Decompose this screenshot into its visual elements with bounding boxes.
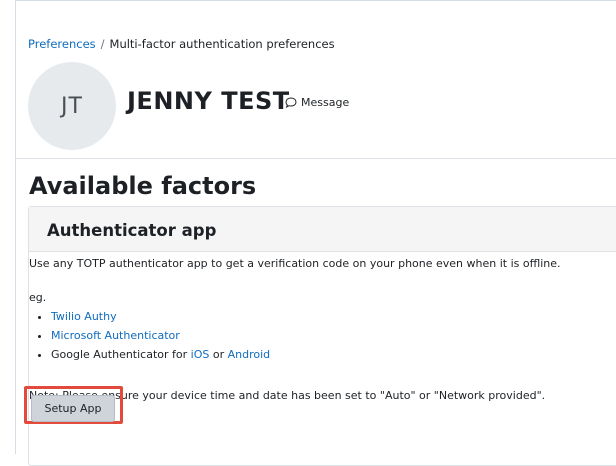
factor-card-header: Authenticator app <box>29 207 616 252</box>
breadcrumb-current: Multi-factor authentication preferences <box>109 37 335 51</box>
message-label: Message <box>301 96 350 109</box>
or-text: or <box>209 348 228 361</box>
microsoft-authenticator-link[interactable]: Microsoft Authenticator <box>51 329 180 342</box>
factor-description: Use any TOTP authenticator app to get a … <box>29 257 561 270</box>
list-item: Microsoft Authenticator <box>51 329 270 348</box>
breadcrumb: Preferences / Multi-factor authentication … <box>28 37 335 51</box>
user-name: JENNY TEST <box>127 87 290 115</box>
header-divider <box>16 158 616 159</box>
avatar: JT <box>28 62 116 150</box>
google-authenticator-text: Google Authenticator for <box>51 348 191 361</box>
app-list: Twilio Authy Microsoft Authenticator Goo… <box>31 310 270 367</box>
list-item: Google Authenticator for iOS or Android <box>51 348 270 367</box>
list-item: Twilio Authy <box>51 310 270 329</box>
section-title: Available factors <box>29 172 257 200</box>
setup-app-button[interactable]: Setup App <box>31 395 115 422</box>
avatar-initials: JT <box>61 93 83 119</box>
breadcrumb-separator: / <box>100 37 105 51</box>
speech-bubble-icon <box>285 97 297 108</box>
twilio-authy-link[interactable]: Twilio Authy <box>51 310 117 323</box>
android-link[interactable]: Android <box>228 348 271 361</box>
message-button[interactable]: Message <box>285 96 349 109</box>
factor-title: Authenticator app <box>47 221 217 240</box>
breadcrumb-preferences-link[interactable]: Preferences <box>28 37 96 51</box>
ios-link[interactable]: iOS <box>191 348 210 361</box>
eg-label: eg. <box>29 291 47 304</box>
